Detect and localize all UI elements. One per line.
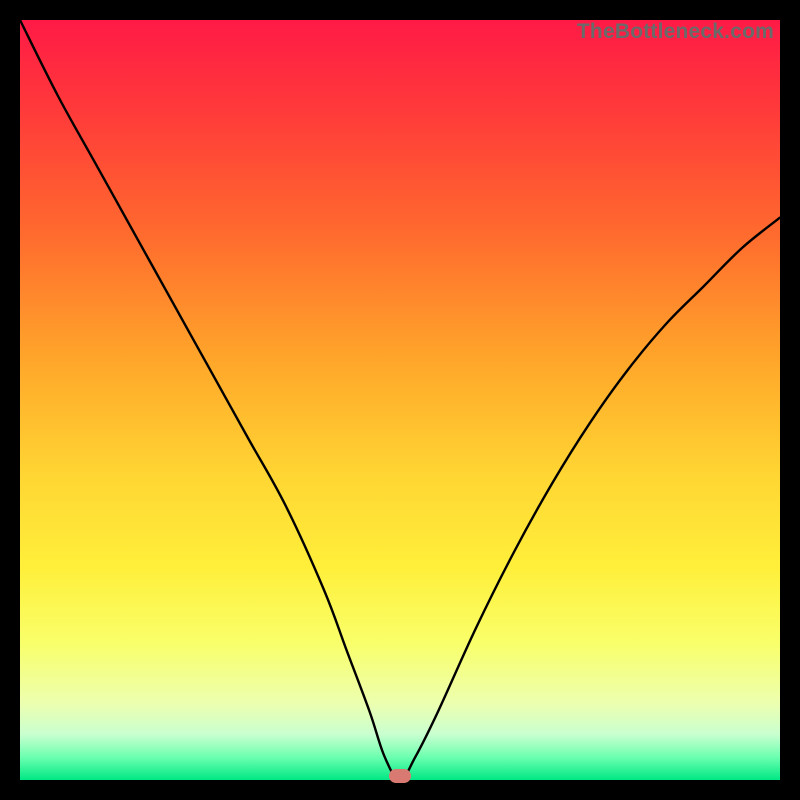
optimal-marker (389, 769, 411, 783)
plot-area: TheBottleneck.com (20, 20, 780, 780)
chart-frame: TheBottleneck.com (0, 0, 800, 800)
bottleneck-curve (20, 20, 780, 780)
